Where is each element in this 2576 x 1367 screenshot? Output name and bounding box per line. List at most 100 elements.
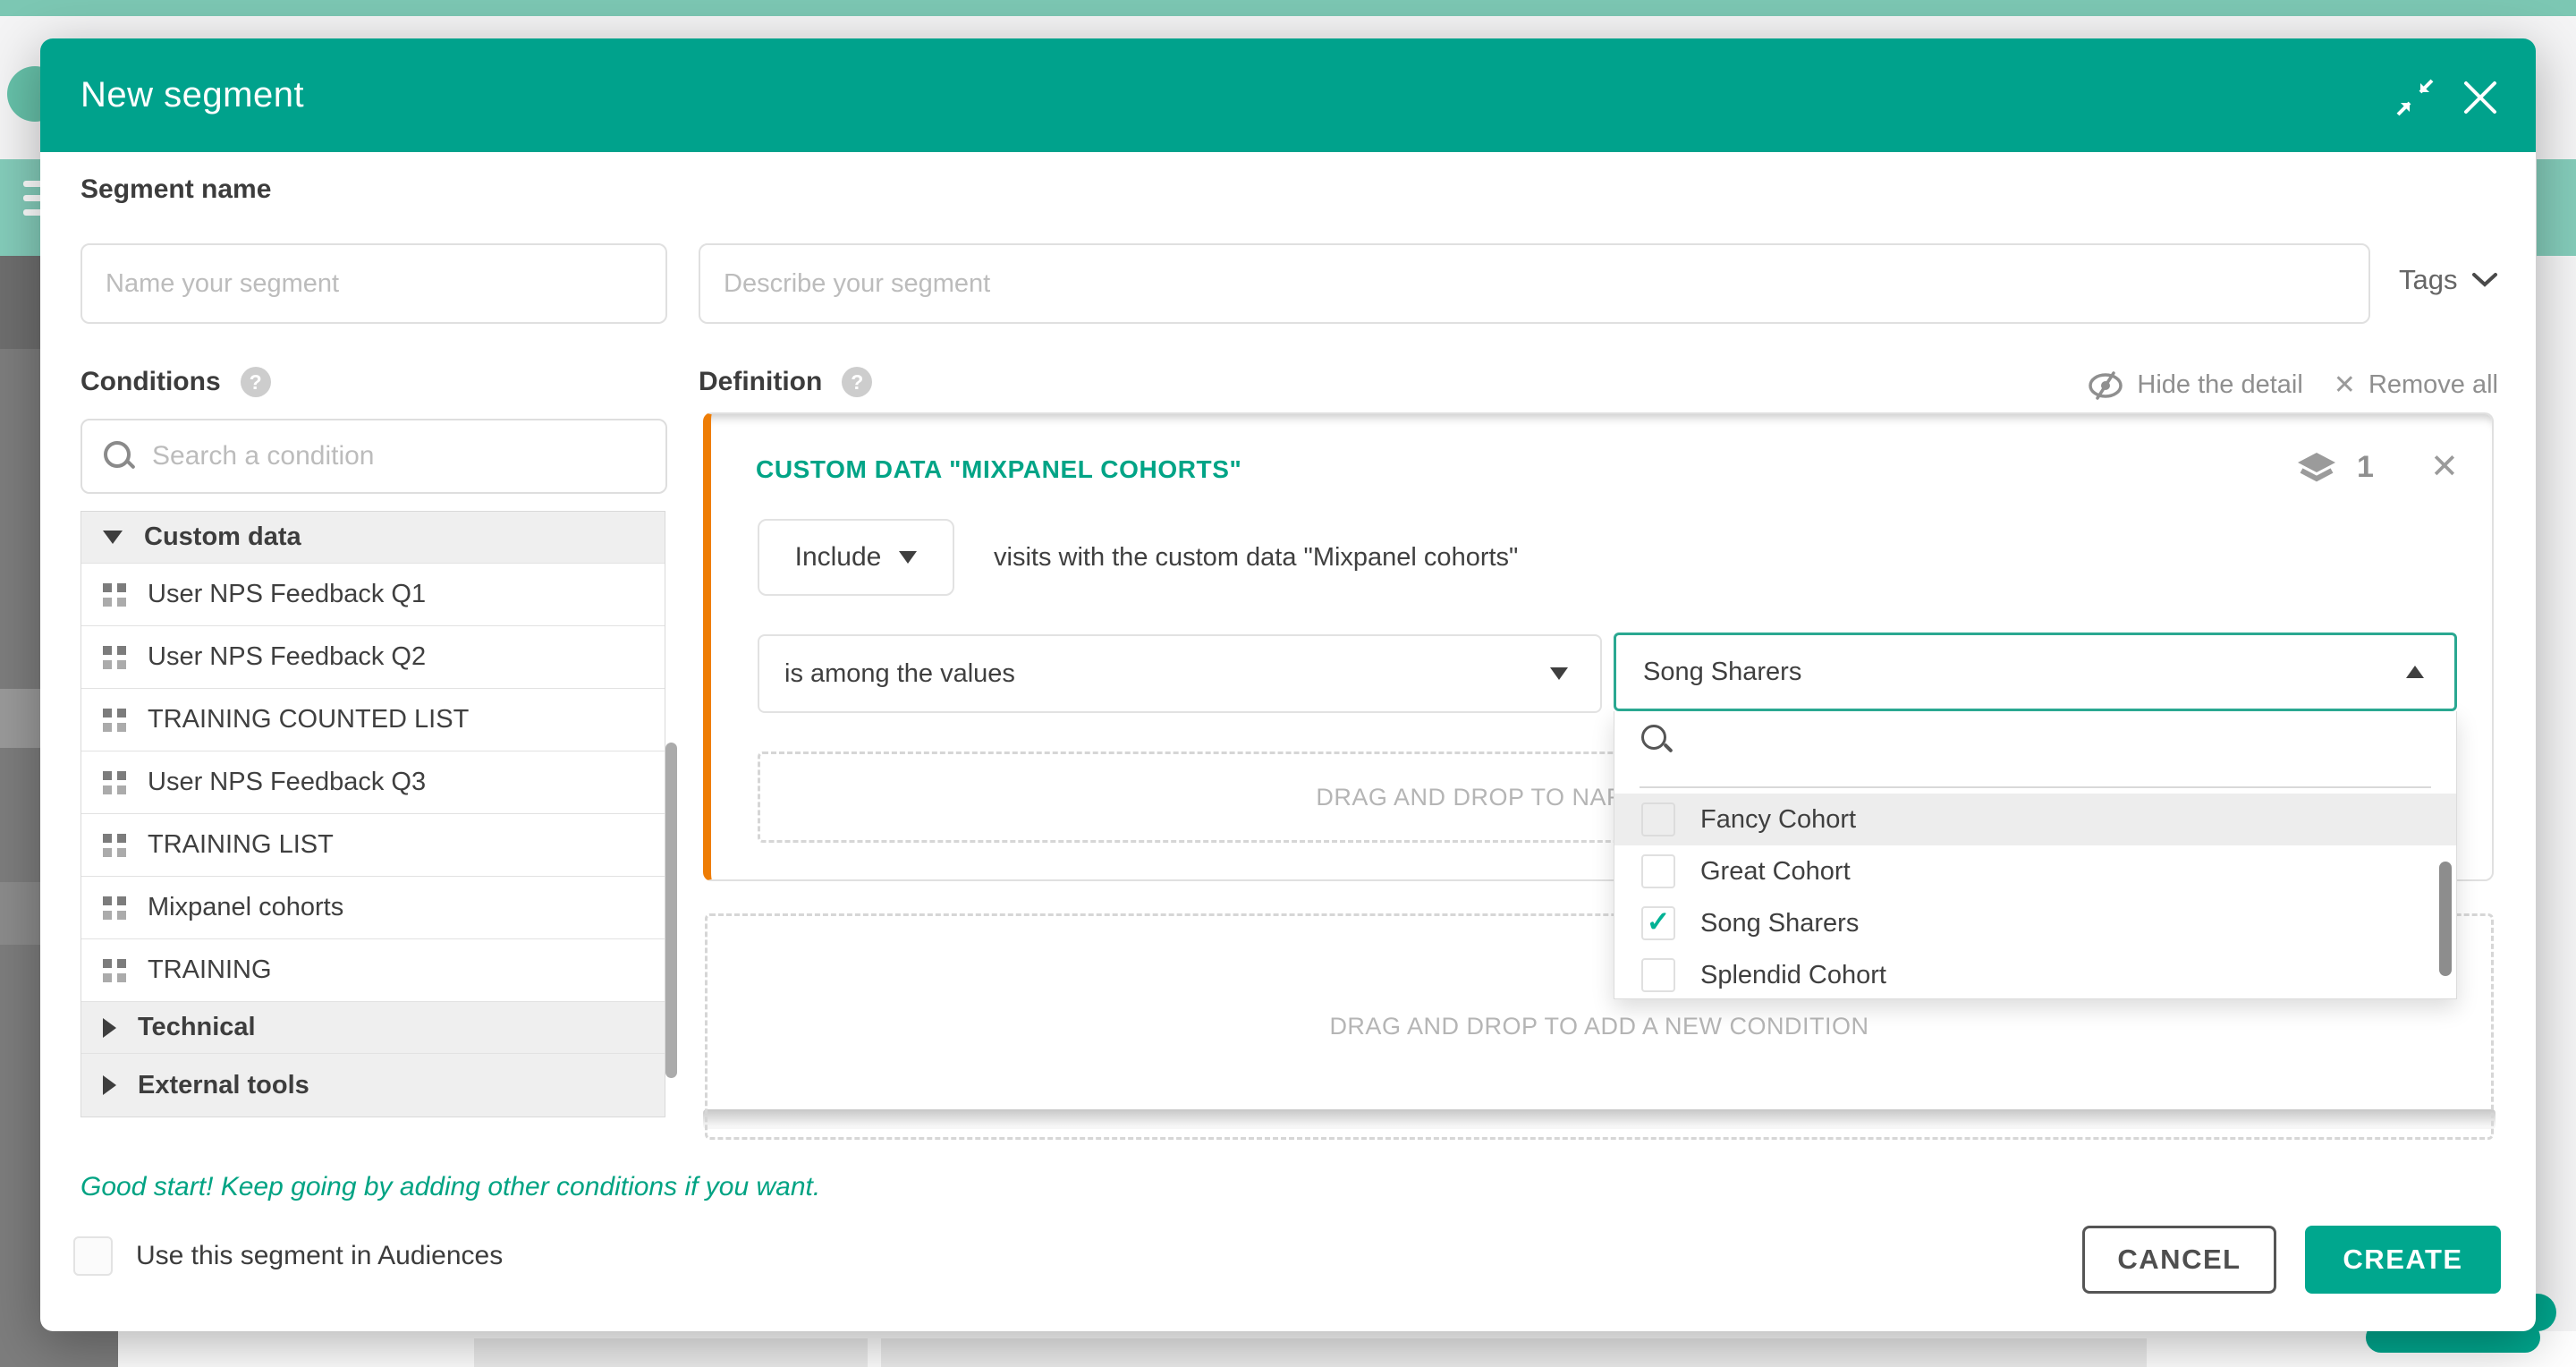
caret-right-icon bbox=[103, 1018, 116, 1038]
option-splendid-cohort[interactable]: Splendid Cohort bbox=[1614, 949, 2456, 999]
create-button[interactable]: CREATE bbox=[2305, 1226, 2501, 1294]
remove-all-button[interactable]: ✕ Remove all bbox=[2334, 369, 2498, 401]
condition-item-label: TRAINING bbox=[148, 955, 272, 985]
option-label: Great Cohort bbox=[1700, 857, 1851, 887]
condition-card-title: CUSTOM DATA "MIXPANEL COHORTS" bbox=[756, 455, 1241, 484]
layers-icon bbox=[2296, 451, 2337, 485]
condition-item-label: User NPS Feedback Q3 bbox=[148, 768, 426, 797]
caret-down-icon bbox=[1550, 667, 1568, 680]
audiences-label: Use this segment in Audiences bbox=[136, 1241, 503, 1271]
operator-dropdown[interactable]: is among the values bbox=[758, 634, 1602, 713]
option-great-cohort[interactable]: Great Cohort bbox=[1614, 845, 2456, 897]
caret-right-icon bbox=[103, 1075, 116, 1095]
close-icon[interactable] bbox=[2461, 78, 2500, 117]
check-icon: ✓ bbox=[1647, 907, 1671, 936]
checkbox-unchecked[interactable] bbox=[1641, 802, 1675, 836]
stack-count: 1 bbox=[2357, 450, 2374, 485]
option-fancy-cohort[interactable]: Fancy Cohort bbox=[1614, 794, 2456, 845]
condition-search[interactable]: Search a condition bbox=[80, 419, 667, 494]
checkbox-unchecked[interactable] bbox=[1641, 958, 1675, 992]
background-content bbox=[118, 1331, 2576, 1367]
checkbox-unchecked[interactable] bbox=[1641, 854, 1675, 888]
condition-item-label: Mixpanel cohorts bbox=[148, 893, 343, 922]
condition-item[interactable]: TRAINING COUNTED LIST bbox=[81, 689, 665, 751]
caret-down-icon bbox=[899, 551, 917, 564]
condition-group-custom-data[interactable]: Custom data bbox=[81, 512, 665, 564]
option-label: Fancy Cohort bbox=[1700, 805, 1856, 835]
group-label: External tools bbox=[138, 1071, 309, 1100]
include-dropdown[interactable]: Include bbox=[758, 519, 954, 596]
eye-slash-icon bbox=[2087, 371, 2124, 400]
background-panel bbox=[474, 1338, 868, 1367]
condition-sentence: visits with the custom data "Mixpanel co… bbox=[994, 519, 1518, 596]
condition-item[interactable]: User NPS Feedback Q2 bbox=[81, 626, 665, 689]
drag-handle-icon bbox=[103, 646, 126, 669]
drag-handle-icon bbox=[103, 959, 126, 982]
caret-up-icon bbox=[2406, 666, 2424, 678]
drag-handle-icon bbox=[103, 709, 126, 732]
search-icon bbox=[1641, 725, 1672, 755]
help-icon[interactable]: ? bbox=[842, 367, 872, 397]
drag-handle-icon bbox=[103, 896, 126, 920]
collapse-icon[interactable] bbox=[2395, 78, 2435, 117]
hide-detail-label: Hide the detail bbox=[2137, 370, 2302, 400]
chevron-down-icon bbox=[2471, 272, 2498, 288]
audiences-checkbox[interactable] bbox=[73, 1236, 113, 1276]
x-icon: ✕ bbox=[2334, 369, 2356, 401]
tags-dropdown[interactable]: Tags bbox=[2399, 264, 2498, 296]
tags-label: Tags bbox=[2399, 264, 2457, 296]
divider bbox=[1640, 786, 2431, 788]
modal-title: New segment bbox=[80, 38, 304, 152]
condition-item[interactable]: User NPS Feedback Q1 bbox=[81, 564, 665, 626]
drag-handle-icon bbox=[103, 583, 126, 607]
hide-detail-button[interactable]: Hide the detail bbox=[2087, 370, 2302, 400]
condition-group-technical[interactable]: Technical bbox=[81, 1002, 665, 1054]
conditions-list: Custom data User NPS Feedback Q1 User NP… bbox=[80, 511, 665, 1117]
definition-label: Definition bbox=[699, 367, 822, 397]
segment-description-input[interactable] bbox=[699, 243, 2370, 324]
narrow-drop-hint: DRAG AND DROP TO NAR bbox=[760, 754, 1624, 840]
right-teal-band bbox=[2537, 159, 2576, 256]
option-song-sharers[interactable]: ✓ Song Sharers bbox=[1614, 897, 2456, 949]
condition-item-label: User NPS Feedback Q1 bbox=[148, 580, 426, 609]
dropdown-scrollbar[interactable] bbox=[2439, 862, 2452, 976]
condition-item-label: User NPS Feedback Q2 bbox=[148, 642, 426, 672]
condition-search-placeholder: Search a condition bbox=[152, 441, 375, 471]
checkbox-checked[interactable]: ✓ bbox=[1641, 906, 1675, 940]
cancel-button[interactable]: CANCEL bbox=[2082, 1226, 2276, 1294]
encouragement-message: Good start! Keep going by adding other c… bbox=[80, 1172, 820, 1202]
background-panel bbox=[881, 1338, 2147, 1367]
audiences-option: Use this segment in Audiences bbox=[73, 1236, 503, 1276]
group-label: Technical bbox=[138, 1013, 256, 1042]
top-app-strip bbox=[0, 0, 2576, 16]
new-segment-modal: New segment Segment name Tags Conditions… bbox=[40, 38, 2536, 1331]
add-condition-hint: DRAG AND DROP TO ADD A NEW CONDITION bbox=[1329, 1013, 1868, 1040]
condition-group-external-tools[interactable]: External tools bbox=[81, 1054, 665, 1117]
condition-item[interactable]: User NPS Feedback Q3 bbox=[81, 751, 665, 814]
group-label: Custom data bbox=[144, 522, 301, 552]
search-icon bbox=[104, 441, 134, 471]
drag-handle-icon bbox=[103, 771, 126, 794]
definition-toolbar: Hide the detail ✕ Remove all bbox=[2087, 369, 2498, 401]
condition-stack-indicator[interactable]: 1 bbox=[2296, 450, 2374, 485]
value-search[interactable] bbox=[1614, 711, 2456, 768]
condition-item[interactable]: TRAINING bbox=[81, 939, 665, 1002]
condition-item[interactable]: TRAINING LIST bbox=[81, 814, 665, 877]
operator-value: is among the values bbox=[784, 659, 1015, 689]
remove-condition-icon[interactable]: ✕ bbox=[2430, 446, 2459, 487]
conditions-scrollbar[interactable] bbox=[665, 743, 677, 1078]
condition-item[interactable]: Mixpanel cohorts bbox=[81, 877, 665, 939]
remove-all-label: Remove all bbox=[2368, 370, 2498, 400]
segment-name-input[interactable] bbox=[80, 243, 667, 324]
conditions-label: Conditions bbox=[80, 367, 221, 397]
caret-down-icon bbox=[103, 531, 123, 544]
modal-header: New segment bbox=[40, 38, 2536, 152]
condition-item-label: TRAINING COUNTED LIST bbox=[148, 705, 469, 734]
option-label: Splendid Cohort bbox=[1700, 961, 1886, 990]
segment-name-label: Segment name bbox=[80, 174, 271, 205]
condition-item-label: TRAINING LIST bbox=[148, 830, 334, 860]
include-label: Include bbox=[795, 542, 882, 573]
definition-header: Definition ? bbox=[699, 367, 872, 397]
value-dropdown-trigger[interactable]: Song Sharers bbox=[1614, 633, 2457, 711]
help-icon[interactable]: ? bbox=[241, 367, 271, 397]
